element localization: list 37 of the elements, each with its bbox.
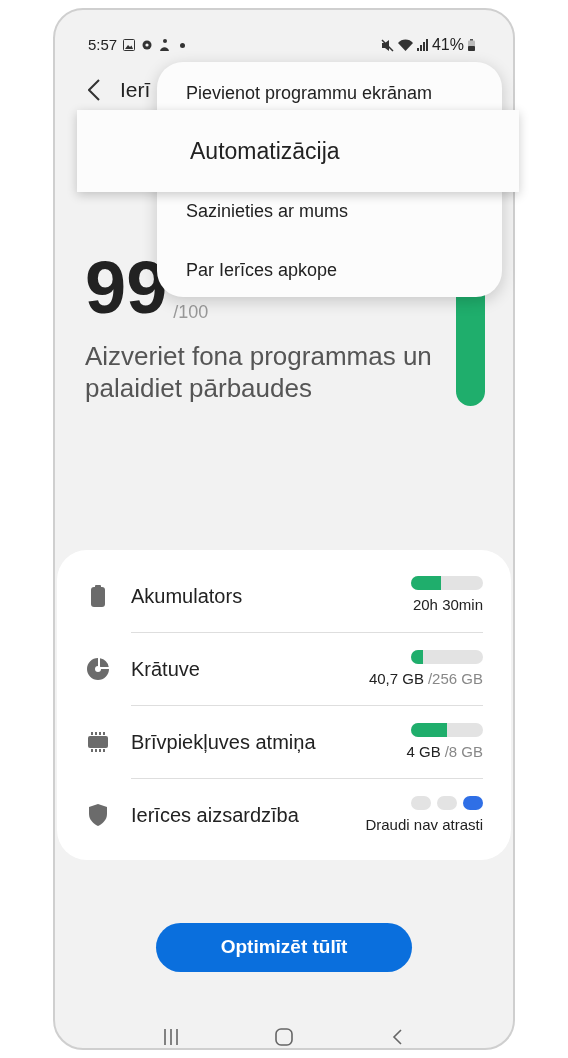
home-button[interactable] <box>274 1027 294 1047</box>
usage-bar <box>411 649 483 664</box>
battery-status-icon <box>468 39 475 51</box>
dot-icon <box>180 42 186 48</box>
usage-bar <box>411 576 483 590</box>
shield-icon <box>89 803 107 826</box>
usage-total: /8 GB <box>444 741 483 762</box>
battery-percentage: 41% <box>431 35 464 55</box>
row-label: Ierīces aizsardzība <box>131 803 299 828</box>
usage-value: 20h 30min <box>412 595 483 615</box>
score-message: Aizveriet fona programmas un palaidiet pārbaudes <box>85 340 433 404</box>
usage-bar <box>411 722 483 737</box>
usage-total: /256 GB <box>427 668 483 689</box>
page-title: Ierī <box>120 77 151 104</box>
usage-value: 4 GB <box>406 741 441 762</box>
figure-icon <box>159 38 171 52</box>
usage-value: Draudi nav atrasti <box>365 814 483 835</box>
score-value: 99 <box>85 254 168 322</box>
signal-icon <box>416 39 428 51</box>
score-max: /100 <box>173 302 209 322</box>
magnified-menu-item[interactable]: Automatizācija <box>77 110 519 192</box>
menu-item[interactable]: Sazinieties ar mums <box>186 199 349 222</box>
menu-item[interactable]: Pievienot programmu ekrānam <box>186 81 433 104</box>
image-icon <box>123 39 136 51</box>
back-button[interactable] <box>85 78 103 102</box>
menu-item[interactable]: Par Ierīces apkope <box>186 258 338 281</box>
row-label: Akumulators <box>131 583 243 609</box>
row-label: Brīvpiekļuves atmiņa <box>131 730 316 755</box>
pie-chart-icon <box>87 657 109 680</box>
chip-icon <box>88 731 108 752</box>
usage-value: 40,7 GB <box>368 668 424 689</box>
optimize-button[interactable]: Optimizēt tūlīt <box>156 923 412 972</box>
status-time: 5:57 <box>88 34 118 55</box>
mute-icon <box>380 38 394 52</box>
battery-icon <box>91 584 105 607</box>
row-label: Krātuve <box>131 657 200 682</box>
wifi-icon <box>397 39 413 51</box>
